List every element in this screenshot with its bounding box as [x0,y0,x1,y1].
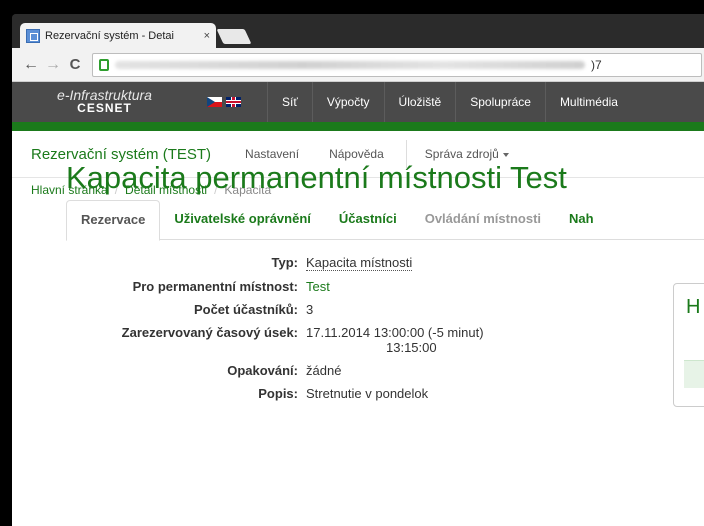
chevron-down-icon [502,152,509,157]
nav-settings[interactable]: Nastavení [245,147,299,161]
participants-label: Počet účastníků: [193,302,298,317]
cesnet-nav-multimedia[interactable]: Multimédia [544,82,632,122]
nav-resources-label: Správa zdrojů [424,147,499,161]
detail-row-participants: Počet účastníků: 3 [66,302,526,317]
address-bar[interactable]: )7 [92,52,702,77]
close-icon[interactable]: × [204,30,210,42]
detail-row-repeat: Opakování: žádné [66,363,526,378]
cesnet-nav-spoluprace[interactable]: Spolupráce [455,82,545,122]
description-label: Popis: [258,386,298,401]
tab-rezervace[interactable]: Rezervace [66,200,161,241]
detail-row-slot: Zarezervovaný časový úsek: 17.11.2014 13… [66,325,526,355]
repeat-label: Opakování: [227,363,298,378]
url-tail: )7 [591,57,602,72]
tab-nah[interactable]: Nah [555,200,608,240]
reservation-details: Typ: Kapacita místnosti Pro permanentní … [66,255,526,409]
page-title: Kapacita permanentní místnosti Test [66,160,567,195]
language-switcher [207,97,267,107]
cesnet-nav-uloziste[interactable]: Úložiště [383,82,456,122]
forward-button[interactable]: → [42,56,64,74]
lock-icon [99,58,109,71]
slot-label: Zarezervovaný časový úsek: [121,325,298,340]
slot-value: 17.11.2014 13:00:00 (-5 minut) 13:15:00 [306,325,484,355]
nav-resources-dropdown[interactable]: Správa zdrojů [425,147,509,161]
room-link[interactable]: Test [306,279,330,294]
browser-tab[interactable]: Rezervační systém - Detai × [20,23,216,48]
cesnet-nav: Síť Výpočty Úložiště Spolupráce Multiméd… [267,82,632,122]
browser-toolbar: ← → C )7 [12,48,704,82]
tab-title: Rezervační systém - Detai [45,29,174,42]
side-panel-heading: H [686,296,701,318]
cesnet-nav-sit[interactable]: Síť [267,82,312,122]
participants-value: 3 [306,302,314,317]
url-text-redacted [115,60,585,69]
reload-button[interactable]: C [64,56,86,73]
new-tab-button[interactable] [216,29,252,44]
tab-ucastnici[interactable]: Účastníci [325,200,411,240]
repeat-value: žádné [306,363,342,378]
cesnet-logo[interactable]: e-Infrastruktura CESNET [12,88,197,115]
detail-row-room: Pro permanentní místnost: Test [66,279,526,294]
side-panel-alert [684,360,704,388]
czech-flag-icon[interactable] [207,97,222,107]
favicon-icon [26,28,40,43]
green-divider [12,122,704,131]
detail-row-description: Popis: Stretnutie v pondelok [66,386,526,401]
slot-value-start: 17.11.2014 13:00:00 (-5 minut) [306,325,484,340]
cesnet-top-bar: e-Infrastruktura CESNET Síť Výpočty Úlož… [12,82,704,122]
side-panel: H [673,283,704,407]
page-tabs: Rezervace Uživatelské oprávnění Účastníc… [66,200,704,241]
type-value[interactable]: Kapacita místnosti [306,255,413,271]
brand-line2: CESNET [77,101,132,115]
type-label: Typ: [271,255,298,270]
room-label: Pro permanentní místnost: [132,279,298,294]
back-button[interactable]: ← [20,56,42,74]
tab-strip: Rezervační systém - Detai × [12,14,704,48]
nav-help[interactable]: Nápověda [329,147,384,161]
uk-flag-icon[interactable] [226,97,241,107]
description-value: Stretnutie v pondelok [306,386,429,401]
detail-row-type: Typ: Kapacita místnosti [66,255,526,271]
slot-value-end: 13:15:00 [386,340,437,355]
tab-ovladani-mistnosti[interactable]: Ovládání místnosti [411,200,555,240]
cesnet-nav-vypocty[interactable]: Výpočty [311,82,384,122]
tab-uzivatelske-opravneni[interactable]: Uživatelské oprávnění [160,200,325,240]
